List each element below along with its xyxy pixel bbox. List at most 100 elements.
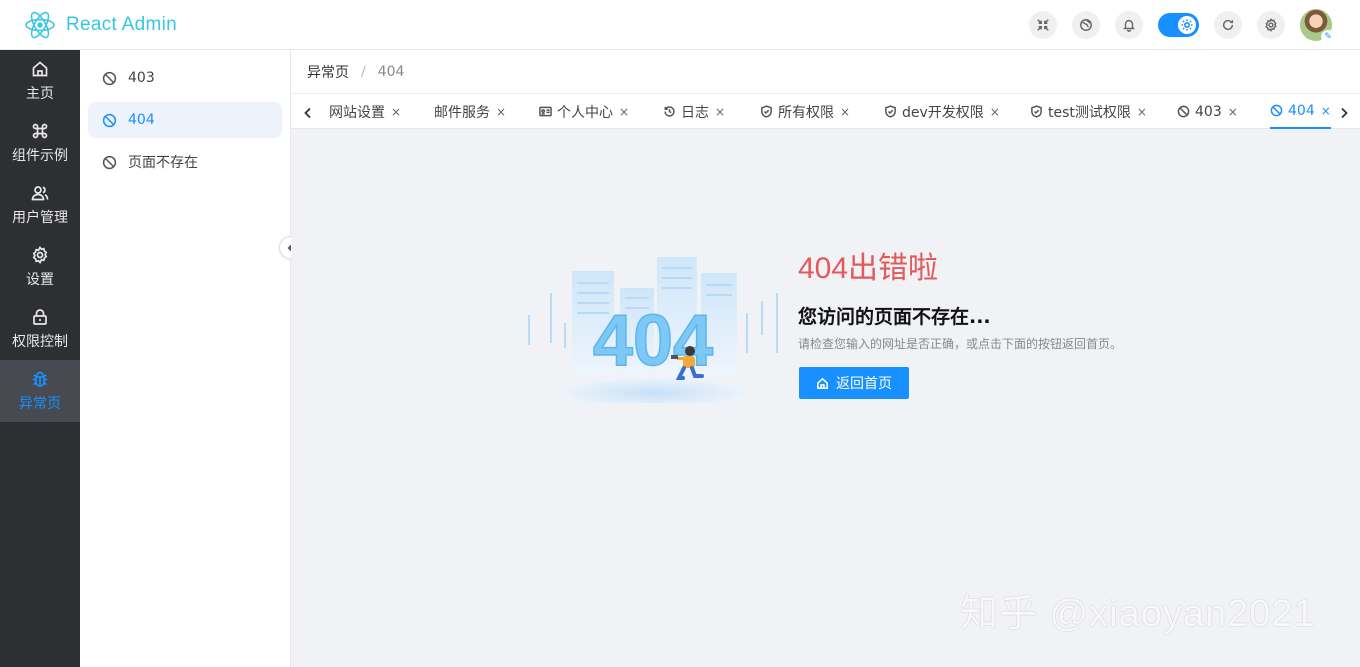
nav-item-label: 权限控制 [12, 333, 68, 350]
main-nav: 主页 组件示例 用户管理 设置 权限控制 异常页 [0, 50, 80, 667]
tab-403[interactable]: 403 × [1177, 94, 1238, 129]
home-icon [32, 60, 48, 76]
settings-button[interactable] [1257, 11, 1285, 39]
users-icon [31, 185, 49, 200]
tab-label: 网站设置 [329, 104, 385, 121]
nav-item-components[interactable]: 组件示例 [0, 112, 80, 174]
chevron-right-icon [1341, 107, 1348, 119]
gear-icon [1265, 18, 1277, 32]
watermark: 知乎 @xiaoyan2021 [960, 593, 1316, 635]
user-avatar[interactable]: ✎ [1300, 9, 1335, 44]
tab-logs[interactable]: 日志 × [663, 94, 725, 129]
tab-close-icon[interactable]: × [619, 105, 629, 119]
edit-icon: ✎ [1321, 30, 1335, 44]
app-title: React Admin [66, 13, 178, 35]
nav-item-users[interactable]: 用户管理 [0, 174, 80, 236]
tab-label: 邮件服务 [434, 104, 490, 121]
nav-item-permissions[interactable]: 权限控制 [0, 298, 80, 360]
tabs-scroll-right-button[interactable] [1339, 104, 1351, 119]
illustration-404-text: 404 [593, 301, 713, 381]
theme-toggle[interactable] [1158, 13, 1199, 37]
nav-item-exception[interactable]: 异常页 [0, 360, 80, 422]
shield-icon [1031, 105, 1042, 118]
tab-label: dev开发权限 [902, 104, 984, 121]
tab-close-icon[interactable]: × [1321, 104, 1331, 118]
shield-icon [885, 105, 896, 118]
language-button[interactable] [1072, 11, 1100, 39]
tab-close-icon[interactable]: × [715, 105, 725, 119]
nav-item-label: 主页 [26, 85, 54, 102]
history-icon [664, 106, 675, 117]
tab-bar: 网站设置 × 邮件服务 × 个人中心 × 日志 × 所有权限 × dev开发权限… [291, 94, 1360, 129]
submenu-item-label: 页面不存在 [128, 155, 198, 171]
tab-close-icon[interactable]: × [391, 105, 401, 119]
ban-icon [102, 113, 117, 127]
refresh-icon [1222, 19, 1234, 31]
tab-close-icon[interactable]: × [496, 105, 506, 119]
submenu-item-403[interactable]: 403 [88, 60, 282, 96]
tab-404[interactable]: 404 × [1270, 94, 1331, 129]
error-subtitle: 您访问的页面不存在... [798, 306, 991, 328]
ban-icon [102, 155, 117, 169]
fullscreen-icon [1037, 19, 1049, 31]
shield-icon [761, 105, 772, 118]
top-header: React Admin ✎ [0, 0, 1360, 50]
command-icon [32, 123, 48, 138]
breadcrumb-item-exception[interactable]: 异常页 [307, 62, 349, 82]
bell-icon [1122, 19, 1136, 32]
lock-icon [33, 308, 47, 325]
tab-test-permissions[interactable]: test测试权限 × [1030, 94, 1147, 129]
submenu-item-label: 404 [128, 112, 155, 128]
tab-close-icon[interactable]: × [990, 105, 1000, 119]
tab-label: 403 [1195, 103, 1222, 120]
tab-dev-permissions[interactable]: dev开发权限 × [884, 94, 1000, 129]
tab-all-permissions[interactable]: 所有权限 × [760, 94, 850, 129]
tab-mail-service[interactable]: 邮件服务 × [434, 94, 506, 129]
nav-item-label: 组件示例 [12, 147, 68, 164]
tab-close-icon[interactable]: × [1228, 105, 1238, 119]
nav-item-label: 设置 [26, 271, 54, 288]
submenu-item-label: 403 [128, 70, 155, 86]
error-title: 404出错啦 [798, 252, 939, 285]
home-icon [817, 377, 828, 389]
notification-button[interactable] [1115, 11, 1143, 39]
submenu-item-404[interactable]: 404 [88, 102, 282, 138]
tab-site-settings[interactable]: 网站设置 × [329, 94, 401, 129]
bug-icon [33, 371, 47, 387]
ban-icon [102, 71, 117, 85]
not-found-illustration: 404 [528, 257, 778, 403]
tab-label: 个人中心 [557, 104, 613, 121]
error-description: 请检查您输入的网址是否正确，或点击下面的按钮返回首页。 [798, 337, 1123, 351]
submenu-item-not-found[interactable]: 页面不存在 [88, 144, 282, 180]
tab-label: test测试权限 [1048, 104, 1131, 121]
nav-item-label: 用户管理 [12, 209, 68, 226]
tab-label: 所有权限 [778, 104, 834, 121]
id-card-icon [539, 106, 552, 117]
nav-item-home[interactable]: 主页 [0, 50, 80, 112]
header-actions: ✎ [1014, 9, 1335, 44]
app-logo[interactable]: React Admin [0, 9, 177, 41]
nav-item-settings[interactable]: 设置 [0, 236, 80, 298]
back-home-button[interactable]: 返回首页 [799, 367, 909, 399]
gear-icon [32, 245, 48, 264]
tab-close-icon[interactable]: × [840, 105, 850, 119]
back-home-label: 返回首页 [836, 376, 892, 392]
react-logo-icon [25, 11, 55, 38]
toggle-knob [1178, 16, 1196, 34]
chevron-left-icon [304, 107, 311, 119]
tabs-scroll-left-button[interactable] [303, 104, 315, 119]
tab-profile[interactable]: 个人中心 × [539, 94, 629, 129]
sun-icon [1181, 19, 1193, 31]
breadcrumb-item-current: 404 [377, 63, 405, 80]
ban-icon [1270, 104, 1283, 117]
tab-label: 404 [1288, 102, 1315, 119]
fullscreen-button[interactable] [1029, 11, 1057, 39]
refresh-button[interactable] [1214, 11, 1242, 39]
ban-icon [1177, 105, 1190, 118]
nav-item-label: 异常页 [19, 395, 61, 412]
globe-icon [1080, 19, 1092, 31]
tab-close-icon[interactable]: × [1137, 105, 1147, 119]
breadcrumb: 异常页 / 404 [291, 50, 1360, 94]
breadcrumb-separator: / [361, 63, 366, 80]
sub-menu: 403 404 页面不存在 [80, 50, 291, 667]
